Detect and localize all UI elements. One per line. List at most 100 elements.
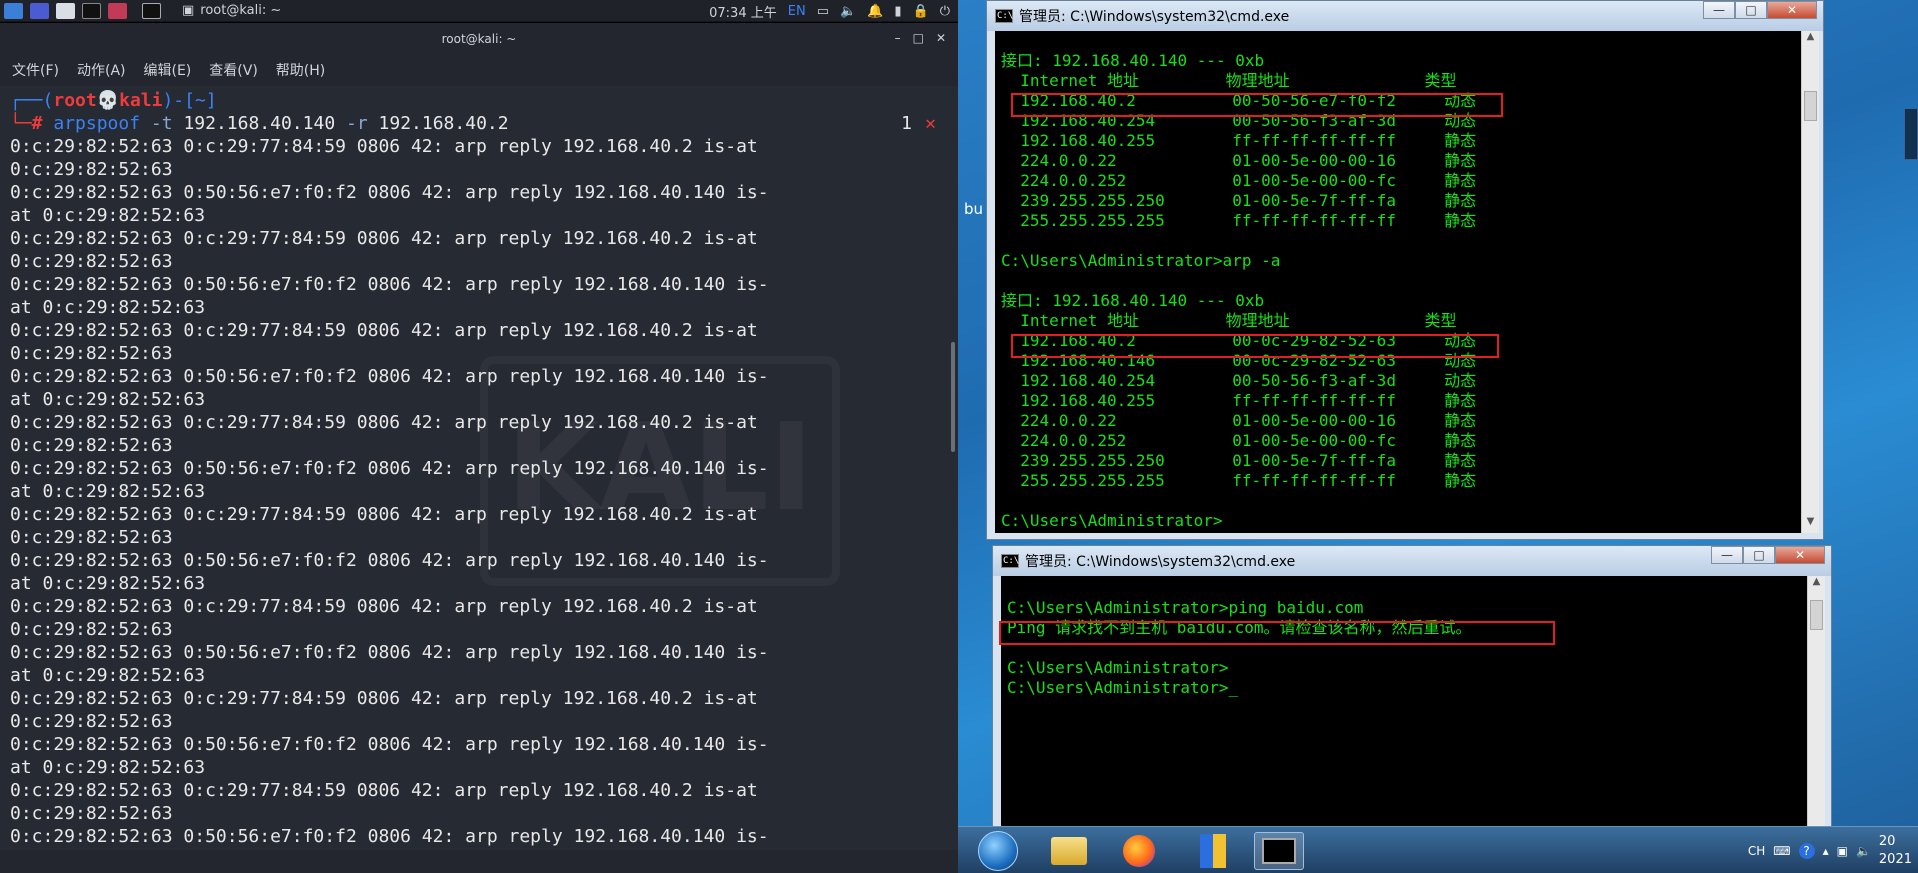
console-line: 255.255.255.255 ff-ff-ff-ff-ff-ff 静态: [1001, 471, 1477, 490]
menu-action[interactable]: 动作(A): [77, 60, 126, 80]
cmd-taskbar-icon: [1262, 838, 1296, 864]
desktop-icon-label[interactable]: bu: [964, 200, 983, 218]
input-language[interactable]: CH: [1748, 844, 1765, 858]
volume-icon[interactable]: 🔈: [840, 4, 856, 19]
maximize-button[interactable]: □: [1735, 1, 1767, 19]
highlight-gateway-after: [1011, 334, 1499, 358]
cmd-title: 管理员: C:\Windows\system32\cmd.exe: [1025, 554, 1296, 570]
kali-top-panel: ▣ root@kali: ~ 07:34 上午 EN ▭ 🔈 🔔 ▮ 🔒 ⏻: [0, 0, 958, 22]
arp-reply-line: 0:c:29:82:52:63 0:50:56:e7:f0:f2 0806 42…: [10, 642, 769, 686]
arpspoof-output: 0:c:29:82:52:63 0:c:29:77:84:59 0806 42:…: [10, 135, 930, 850]
scrollbar-thumb[interactable]: [1810, 600, 1823, 630]
maximize-icon[interactable]: □: [913, 31, 924, 45]
menu-help[interactable]: 帮助(H): [276, 60, 325, 80]
cmd-console-ping[interactable]: C:\Users\Administrator>ping baidu.com Pin…: [1001, 576, 1807, 829]
arp-reply-line: 0:c:29:82:52:63 0:c:29:77:84:59 0806 42:…: [10, 412, 769, 456]
gateway-ip: 192.168.40.2: [378, 113, 509, 134]
browser-launcher-icon[interactable]: [104, 0, 130, 22]
terminal-task-icon: ▣: [182, 3, 195, 18]
cmd-titlebar[interactable]: C:\ 管理员: C:\Windows\system32\cmd.exe — □…: [993, 546, 1831, 576]
command-line: └─# arpspoof -t 192.168.40.140 -r 192.16…: [10, 113, 509, 134]
arp-reply-line: 0:c:29:82:52:63 0:c:29:77:84:59 0806 42:…: [10, 504, 769, 548]
console-line: C:\Users\Administrator>arp -a: [1001, 251, 1281, 270]
terminal-launcher-icon[interactable]: [78, 0, 104, 22]
minimize-button[interactable]: —: [1703, 1, 1735, 19]
arp-reply-line: 0:c:29:82:52:63 0:50:56:e7:f0:f2 0806 42…: [10, 826, 769, 850]
display-icon[interactable]: ▭: [817, 4, 829, 19]
cmd-scrollbar[interactable]: ▲: [1807, 576, 1825, 829]
arp-reply-line: 0:c:29:82:52:63 0:c:29:77:84:59 0806 42:…: [10, 688, 769, 732]
arp-reply-line: 0:c:29:82:52:63 0:c:29:77:84:59 0806 42:…: [10, 228, 769, 272]
console-line: 239.255.255.250 01-00-5e-7f-ff-fa 静态: [1001, 191, 1477, 210]
arp-reply-line: 0:c:29:82:52:63 0:50:56:e7:f0:f2 0806 42…: [10, 550, 769, 594]
taskbar-item-terminal[interactable]: ▣ root@kali: ~: [182, 3, 281, 18]
minimize-button[interactable]: —: [1711, 546, 1743, 564]
maximize-button[interactable]: □: [1743, 546, 1775, 564]
scrollbar-thumb[interactable]: [951, 342, 955, 452]
menu-file[interactable]: 文件(F): [12, 60, 59, 80]
kali-menu-icon[interactable]: [0, 0, 26, 22]
start-button[interactable]: [978, 831, 1018, 871]
scroll-down-icon[interactable]: ▼: [1802, 516, 1819, 533]
taskbar-cmd[interactable]: [1254, 832, 1304, 870]
arp-reply-line: 0:c:29:82:52:63 0:c:29:77:84:59 0806 42:…: [10, 136, 769, 180]
keyboard-icon[interactable]: ⌨: [1773, 844, 1790, 858]
tray-expand-icon[interactable]: ▴: [1823, 844, 1829, 858]
battery-icon[interactable]: ▮: [894, 4, 901, 19]
volume-icon[interactable]: 🔈: [1856, 844, 1871, 858]
console-line: 224.0.0.22 01-00-5e-00-00-16 静态: [1001, 411, 1477, 430]
close-icon[interactable]: ✕: [936, 31, 946, 45]
language-indicator[interactable]: EN: [788, 4, 806, 19]
network-icon[interactable]: ▣: [1837, 844, 1848, 858]
arp-reply-line: 0:c:29:82:52:63 0:c:29:77:84:59 0806 42:…: [10, 596, 769, 640]
console-line: C:\Users\Administrator>_: [1007, 678, 1239, 697]
help-icon[interactable]: ?: [1798, 842, 1815, 859]
scroll-up-icon[interactable]: ▲: [1808, 576, 1825, 593]
console-line: Internet 地址 物理地址 类型: [1001, 311, 1457, 330]
clock[interactable]: 07:34 上午: [709, 2, 777, 21]
menu-view[interactable]: 查看(V): [209, 60, 258, 80]
console-line: 接口: 192.168.40.140 --- 0xb: [1001, 51, 1265, 70]
scroll-up-icon[interactable]: ▲: [1802, 31, 1819, 48]
command-name: arpspoof: [53, 113, 141, 134]
lock-icon[interactable]: 🔒: [913, 4, 929, 19]
arp-reply-line: 0:c:29:82:52:63 0:50:56:e7:f0:f2 0806 42…: [10, 182, 769, 226]
terminal-titlebar[interactable]: root@kali: ~ – □ ✕: [0, 23, 958, 55]
file-manager-icon[interactable]: [52, 0, 78, 22]
console-line: 192.168.40.254 00-50-56-f3-af-3d 动态: [1001, 371, 1477, 390]
console-line: 224.0.0.252 01-00-5e-00-00-fc 静态: [1001, 431, 1477, 450]
cmd-scrollbar[interactable]: ▲ ▼: [1801, 31, 1819, 533]
terminal-menubar: 文件(F) 动作(A) 编辑(E) 查看(V) 帮助(H): [0, 55, 958, 85]
cmd-titlebar[interactable]: C:\ 管理员: C:\Windows\system32\cmd.exe — □…: [987, 1, 1823, 31]
console-line: 192.168.40.255 ff-ff-ff-ff-ff-ff 静态: [1001, 131, 1477, 150]
console-line: Internet 地址 物理地址 类型: [1001, 71, 1457, 90]
notification-bell-icon[interactable]: 🔔: [867, 4, 883, 19]
close-button[interactable]: ✕: [1767, 1, 1817, 19]
highlight-ping-error: [999, 621, 1555, 645]
desktop-switcher-icon[interactable]: [26, 0, 52, 22]
prompt-header: ┌──(root💀kali)-[~]: [10, 90, 217, 111]
taskbar-firefox[interactable]: [1114, 832, 1164, 870]
menu-edit[interactable]: 编辑(E): [144, 60, 192, 80]
taskbar-app[interactable]: [1188, 832, 1238, 870]
cmd-app-icon: C:\: [995, 9, 1014, 23]
power-icon[interactable]: ⏻: [940, 4, 950, 19]
scrollbar-thumb[interactable]: [1804, 91, 1817, 121]
taskbar-explorer[interactable]: [1044, 832, 1094, 870]
job-close-icon[interactable]: ✕: [925, 113, 936, 134]
arp-reply-line: 0:c:29:82:52:63 0:50:56:e7:f0:f2 0806 42…: [10, 734, 769, 778]
close-button[interactable]: ✕: [1775, 546, 1825, 564]
clock-date: 2021: [1878, 851, 1912, 867]
arp-reply-line: 0:c:29:82:52:63 0:50:56:e7:f0:f2 0806 42…: [10, 274, 769, 318]
desktop-gadget[interactable]: [1904, 108, 1918, 160]
console-line: 224.0.0.22 01-00-5e-00-00-16 静态: [1001, 151, 1477, 170]
clock-time: 20: [1878, 833, 1896, 849]
terminal-output[interactable]: KALI ┌──(root💀kali)-[~] └─# arpspoof -t …: [0, 86, 950, 850]
cmd-window-ping: C:\ 管理员: C:\Windows\system32\cmd.exe — □…: [992, 545, 1832, 829]
terminal-scrollbar[interactable]: [950, 86, 958, 850]
minimize-icon[interactable]: –: [895, 31, 901, 45]
clock[interactable]: 20 2021: [1879, 833, 1912, 869]
active-terminal-icon[interactable]: [138, 0, 164, 22]
